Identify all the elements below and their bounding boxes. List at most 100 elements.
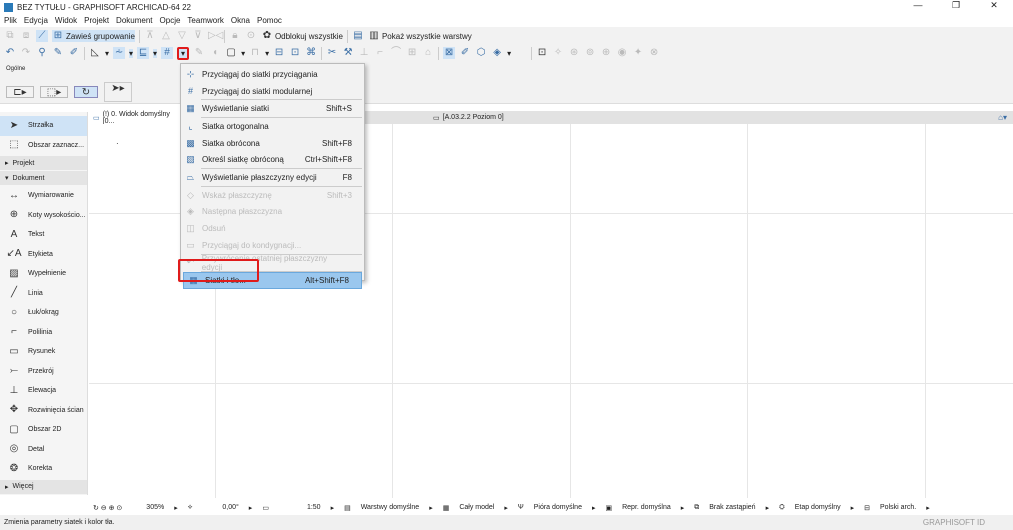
arc-icon[interactable]: ⌒	[390, 47, 402, 59]
tool-detail[interactable]: ◎ Detal	[0, 440, 87, 460]
undo-icon[interactable]: ↶	[4, 47, 16, 59]
show-all-layers-button[interactable]: ▥ Pokaż wszystkie warstwy	[368, 30, 472, 42]
rotate-icon[interactable]: ↻	[74, 86, 98, 98]
receive-icon[interactable]: ◉	[616, 47, 628, 59]
layers-icon[interactable]: ▤	[352, 30, 364, 42]
dropdown-icon[interactable]: ▾	[241, 49, 245, 58]
group-icon[interactable]: ⧉	[4, 30, 16, 42]
gravity-icon[interactable]: ⊑	[137, 47, 150, 59]
menu-item[interactable]: # Przyciągaj do siatki modularnej	[181, 83, 364, 100]
tool-text[interactable]: A Tekst	[0, 225, 87, 245]
tool-worksheet[interactable]: ▢ Obszar 2D	[0, 420, 87, 440]
dropdown-icon[interactable]: ▾	[507, 49, 511, 58]
dropdown-icon[interactable]: ▾	[153, 48, 158, 58]
layers-value[interactable]: Warstwy domyślne	[361, 504, 419, 511]
tool-arrow[interactable]: ➤ Strzałka	[0, 116, 87, 136]
inject-icon[interactable]: ✐	[68, 47, 80, 59]
3d-icon[interactable]: ◈	[491, 47, 503, 59]
backward-icon[interactable]: ▽	[176, 30, 188, 42]
tool-change[interactable]: ❂ Korekta	[0, 459, 87, 479]
pens-value[interactable]: Pióra domyślne	[534, 504, 582, 511]
dropdown-icon[interactable]: ▾	[105, 49, 109, 58]
group-projekt[interactable]: ▸ Projekt	[0, 156, 87, 170]
scale-value[interactable]: 1:50	[307, 504, 321, 511]
grid-menu-dropdown-button[interactable]: ▾	[177, 46, 190, 60]
teamwork-icon[interactable]: ✧	[552, 47, 564, 59]
phase-value[interactable]: Etap domyślny	[795, 504, 841, 511]
split-icon[interactable]: ✂	[326, 47, 338, 59]
pick-up-icon[interactable]: ✎	[52, 47, 64, 59]
reset-order-icon[interactable]: ▷◁	[208, 30, 223, 42]
suspend-icon[interactable]: ⊟	[273, 47, 285, 59]
tool-line[interactable]: ╱ Linia	[0, 284, 87, 304]
tool-drawing[interactable]: ▭ Rysunek	[0, 342, 87, 362]
menu-8[interactable]: Pomoc	[257, 16, 282, 25]
model-value[interactable]: Cały model	[459, 504, 494, 511]
snap-guides-icon[interactable]: ⩪	[113, 47, 126, 59]
menu-6[interactable]: Teamwork	[187, 16, 223, 25]
find-select-icon[interactable]: ⚲	[36, 47, 48, 59]
menu-item[interactable]: ⊹ Przyciągaj do siatki przyciągania	[181, 66, 364, 83]
zoom-icons[interactable]: ↻ ⊖ ⊕ ⊙	[93, 504, 122, 512]
render-icon[interactable]: ⬡	[475, 47, 487, 59]
pen-icon[interactable]: ✎	[193, 47, 205, 59]
fillet-icon[interactable]: ⊥	[358, 47, 370, 59]
guide-icon[interactable]: ◺	[89, 47, 101, 59]
menu-item[interactable]: ▦ Wyświetlanie siatki Shift+S	[181, 100, 364, 117]
group-wiecej[interactable]: ▸ Więcej	[0, 479, 87, 494]
close-button[interactable]: ✕	[975, 0, 1013, 11]
send-back-icon[interactable]: ⊽	[192, 30, 204, 42]
tab-3d-view[interactable]: ▭ (!) 0. Widok domyślny [0...	[89, 111, 184, 125]
tool-fill[interactable]: ▨ Wypełnienie	[0, 264, 87, 284]
graphisoft-id[interactable]: GRAPHISOFT ID	[923, 518, 985, 527]
trace-icon[interactable]: ⊠	[443, 47, 456, 59]
selection-method-icon[interactable]: ⬚▸	[40, 86, 68, 98]
settings-icon[interactable]: ⊗	[648, 47, 660, 59]
zoom-value[interactable]: 305%	[146, 504, 164, 511]
send-icon[interactable]: ⊕	[600, 47, 612, 59]
tab-floor-plan[interactable]: ▭ [A.03.2.2 Poziom 0]	[429, 111, 508, 124]
group-dokument[interactable]: ▾ Dokument	[0, 171, 87, 185]
dimension-value[interactable]: Polski arch.	[880, 504, 916, 511]
override-value[interactable]: Brak zastąpień	[709, 504, 755, 511]
menu-item[interactable]: ▩ Siatka obrócona Shift+F8	[181, 135, 364, 152]
unlock-all-button[interactable]: ✿ Odblokuj wszystkie	[261, 30, 343, 42]
tool-dimension[interactable]: ↔ Wymiarowanie	[0, 186, 87, 206]
lock-icon[interactable]: 🔒︎	[229, 30, 241, 42]
redo-icon[interactable]: ↷	[20, 47, 32, 59]
edit-trace-icon[interactable]: ✐	[459, 47, 471, 59]
explode-icon[interactable]: ⊞	[406, 47, 418, 59]
view-options-icon[interactable]: ⌂▾	[998, 113, 1013, 122]
tool-interior-elevation[interactable]: ✥ Rozwinięcia ścian	[0, 401, 87, 421]
grid-snap-icon[interactable]: #	[161, 47, 174, 59]
tool-polyline[interactable]: ⌐ Polilinia	[0, 323, 87, 343]
dropdown-icon[interactable]: ▾	[265, 49, 269, 58]
adjust-icon[interactable]: ⚒	[342, 47, 354, 59]
intersect-icon[interactable]: ⌘	[305, 47, 317, 59]
menu-4[interactable]: Dokument	[116, 16, 152, 25]
menu-1[interactable]: Edycja	[24, 16, 48, 25]
repr-value[interactable]: Repr. domyślna	[622, 504, 671, 511]
release-icon[interactable]: ⊚	[584, 47, 596, 59]
padlock-icon[interactable]: ⊓	[249, 47, 261, 59]
reserve-icon[interactable]: ⊛	[568, 47, 580, 59]
marker-icon[interactable]: ◖	[209, 47, 221, 59]
forward-icon[interactable]: △	[160, 30, 172, 42]
corner-icon[interactable]: ⌐	[374, 47, 386, 59]
maximize-button[interactable]: ❐	[937, 0, 975, 11]
tool-level-dimension[interactable]: ⊕ Koty wysokościo...	[0, 206, 87, 226]
minimize-button[interactable]: —	[899, 0, 937, 11]
unlock-icon[interactable]: ⊙	[245, 30, 257, 42]
edit-icon[interactable]: ⟋	[36, 30, 48, 42]
bring-front-icon[interactable]: ⊼	[144, 30, 156, 42]
tool-elevation[interactable]: ⊥ Elewacja	[0, 381, 87, 401]
menu-7[interactable]: Okna	[231, 16, 250, 25]
ungroup-icon[interactable]: ⧈	[20, 30, 32, 42]
menu-item[interactable]: ⌞ Siatka ortogonalna	[181, 118, 364, 135]
menu-3[interactable]: Projekt	[84, 16, 109, 25]
angle-value[interactable]: 0,00°	[222, 504, 238, 511]
message-icon[interactable]: ✦	[632, 47, 644, 59]
pointer-dropdown-icon[interactable]: ➤▸	[104, 82, 132, 102]
suspend-groups-button[interactable]: ⊞ Zawieś grupowanie	[52, 30, 135, 42]
zoom-window-icon[interactable]: ⊡	[536, 47, 548, 59]
